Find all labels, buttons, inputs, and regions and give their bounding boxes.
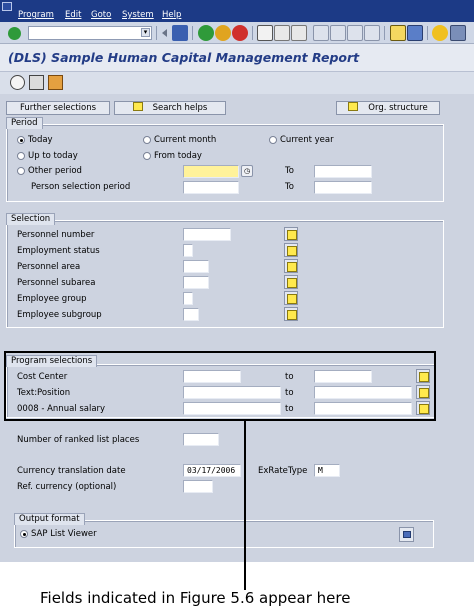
last-page-icon[interactable] — [364, 25, 380, 41]
command-dropdown-icon[interactable]: ▾ — [141, 28, 150, 37]
layout-settings-icon[interactable] — [399, 527, 414, 542]
layout-menu-icon[interactable] — [450, 25, 466, 41]
radio-today[interactable] — [17, 136, 25, 144]
back-icon[interactable] — [198, 25, 214, 41]
radio-current-year[interactable] — [269, 136, 277, 144]
find-icon[interactable] — [274, 25, 290, 41]
save-variant-icon[interactable] — [29, 75, 44, 90]
person-selection-from-field[interactable] — [183, 181, 239, 194]
search-helps-label: Search helps — [152, 103, 208, 113]
menu-system[interactable]: System — [122, 10, 154, 20]
output-format-group-title: Output format — [14, 513, 85, 525]
toolbar-separator — [384, 26, 385, 40]
callout-pointer-line — [244, 421, 246, 590]
figure-caption: Fields indicated in Figure 5.6 appear he… — [40, 589, 351, 607]
further-selections-button[interactable]: Further selections — [6, 101, 110, 115]
radio-today-label: Today — [28, 135, 53, 145]
radio-from-today-label: From today — [154, 151, 202, 161]
previous-page-icon[interactable] — [330, 25, 346, 41]
personnel-area-field[interactable] — [183, 260, 209, 273]
selection-row-label: Personnel area — [17, 262, 81, 272]
exit-icon[interactable] — [215, 25, 231, 41]
radio-sap-list-viewer[interactable] — [20, 530, 28, 538]
toolbar-separator — [156, 26, 157, 40]
help-icon[interactable] — [432, 25, 448, 41]
selection-row-label: Personnel subarea — [17, 278, 96, 288]
employment-status-field[interactable] — [183, 244, 193, 257]
cancel-icon[interactable] — [232, 25, 248, 41]
toolbar-separator — [252, 26, 253, 40]
menu-edit[interactable]: Edit — [65, 10, 81, 20]
arrow-icon — [132, 102, 143, 111]
ref-currency-field[interactable] — [183, 480, 213, 493]
find-next-icon[interactable] — [291, 25, 307, 41]
command-field[interactable] — [28, 26, 152, 40]
selection-row-label: Employment status — [17, 246, 100, 256]
person-selection-to-field[interactable] — [314, 181, 372, 194]
radio-up-to-today[interactable] — [17, 152, 25, 160]
personnel-number-field[interactable] — [183, 228, 231, 241]
multiple-selection-icon[interactable] — [284, 275, 298, 289]
toolbar-separator — [427, 26, 428, 40]
multiple-selection-icon[interactable] — [284, 259, 298, 273]
person-selection-to-label: To — [285, 182, 294, 192]
radio-other-period[interactable] — [17, 167, 25, 175]
menu-program[interactable]: Program — [18, 10, 54, 20]
selection-row-label: Employee subgroup — [17, 310, 102, 320]
employee-subgroup-field[interactable] — [183, 308, 199, 321]
multiple-selection-icon[interactable] — [284, 243, 298, 257]
currency-translation-date-field[interactable]: 03/17/2006 — [183, 464, 241, 477]
execute-icon[interactable] — [10, 75, 25, 90]
first-page-icon[interactable] — [313, 25, 329, 41]
multiple-selection-icon[interactable] — [284, 227, 298, 241]
multiple-selection-icon[interactable] — [284, 307, 298, 321]
other-period-from-field[interactable] — [183, 165, 239, 178]
period-group-title: Period — [6, 117, 43, 129]
ranked-list-places-field[interactable] — [183, 433, 219, 446]
radio-current-month-label: Current month — [154, 135, 217, 145]
org-structure-button[interactable]: Org. structure — [336, 101, 440, 115]
get-variant-icon[interactable] — [48, 75, 63, 90]
other-period-to-field[interactable] — [314, 165, 372, 178]
selection-row-label: Employee group — [17, 294, 87, 304]
selection-group-title: Selection — [6, 213, 56, 225]
shortcut-icon[interactable] — [407, 25, 423, 41]
personnel-subarea-field[interactable] — [183, 276, 209, 289]
application-toolbar — [0, 72, 474, 94]
ex-rate-type-label: ExRateType — [258, 466, 308, 476]
person-selection-period-label: Person selection period — [31, 182, 131, 192]
back-arrow-icon[interactable] — [162, 29, 167, 37]
window-icon[interactable] — [2, 2, 12, 11]
radio-sap-list-viewer-label: SAP List Viewer — [31, 529, 97, 539]
enter-icon[interactable] — [8, 27, 21, 40]
radio-current-year-label: Current year — [280, 135, 334, 145]
page-title: (DLS) Sample Human Capital Management Re… — [8, 50, 360, 65]
search-helps-button[interactable]: Search helps — [114, 101, 226, 115]
other-period-to-label: To — [285, 166, 294, 176]
ranked-list-places-label: Number of ranked list places — [17, 435, 140, 445]
arrow-icon — [348, 102, 359, 111]
currency-translation-date-label: Currency translation date — [17, 466, 126, 476]
callout-highlight-box — [4, 351, 436, 421]
employee-group-field[interactable] — [183, 292, 193, 305]
org-structure-label: Org. structure — [368, 103, 428, 113]
selection-row-label: Personnel number — [17, 230, 95, 240]
radio-up-to-today-label: Up to today — [28, 151, 78, 161]
radio-from-today[interactable] — [143, 152, 151, 160]
calendar-icon[interactable]: ◷ — [241, 165, 253, 177]
create-session-icon[interactable] — [390, 25, 406, 41]
radio-current-month[interactable] — [143, 136, 151, 144]
next-page-icon[interactable] — [347, 25, 363, 41]
menu-goto[interactable]: Goto — [91, 10, 111, 20]
multiple-selection-icon[interactable] — [284, 291, 298, 305]
print-icon[interactable] — [257, 25, 273, 41]
ref-currency-label: Ref. currency (optional) — [17, 482, 117, 492]
ex-rate-type-field[interactable]: M — [314, 464, 340, 477]
radio-other-period-label: Other period — [28, 166, 82, 176]
toolbar-separator — [192, 26, 193, 40]
menu-help[interactable]: Help — [162, 10, 181, 20]
save-icon[interactable] — [172, 25, 188, 41]
